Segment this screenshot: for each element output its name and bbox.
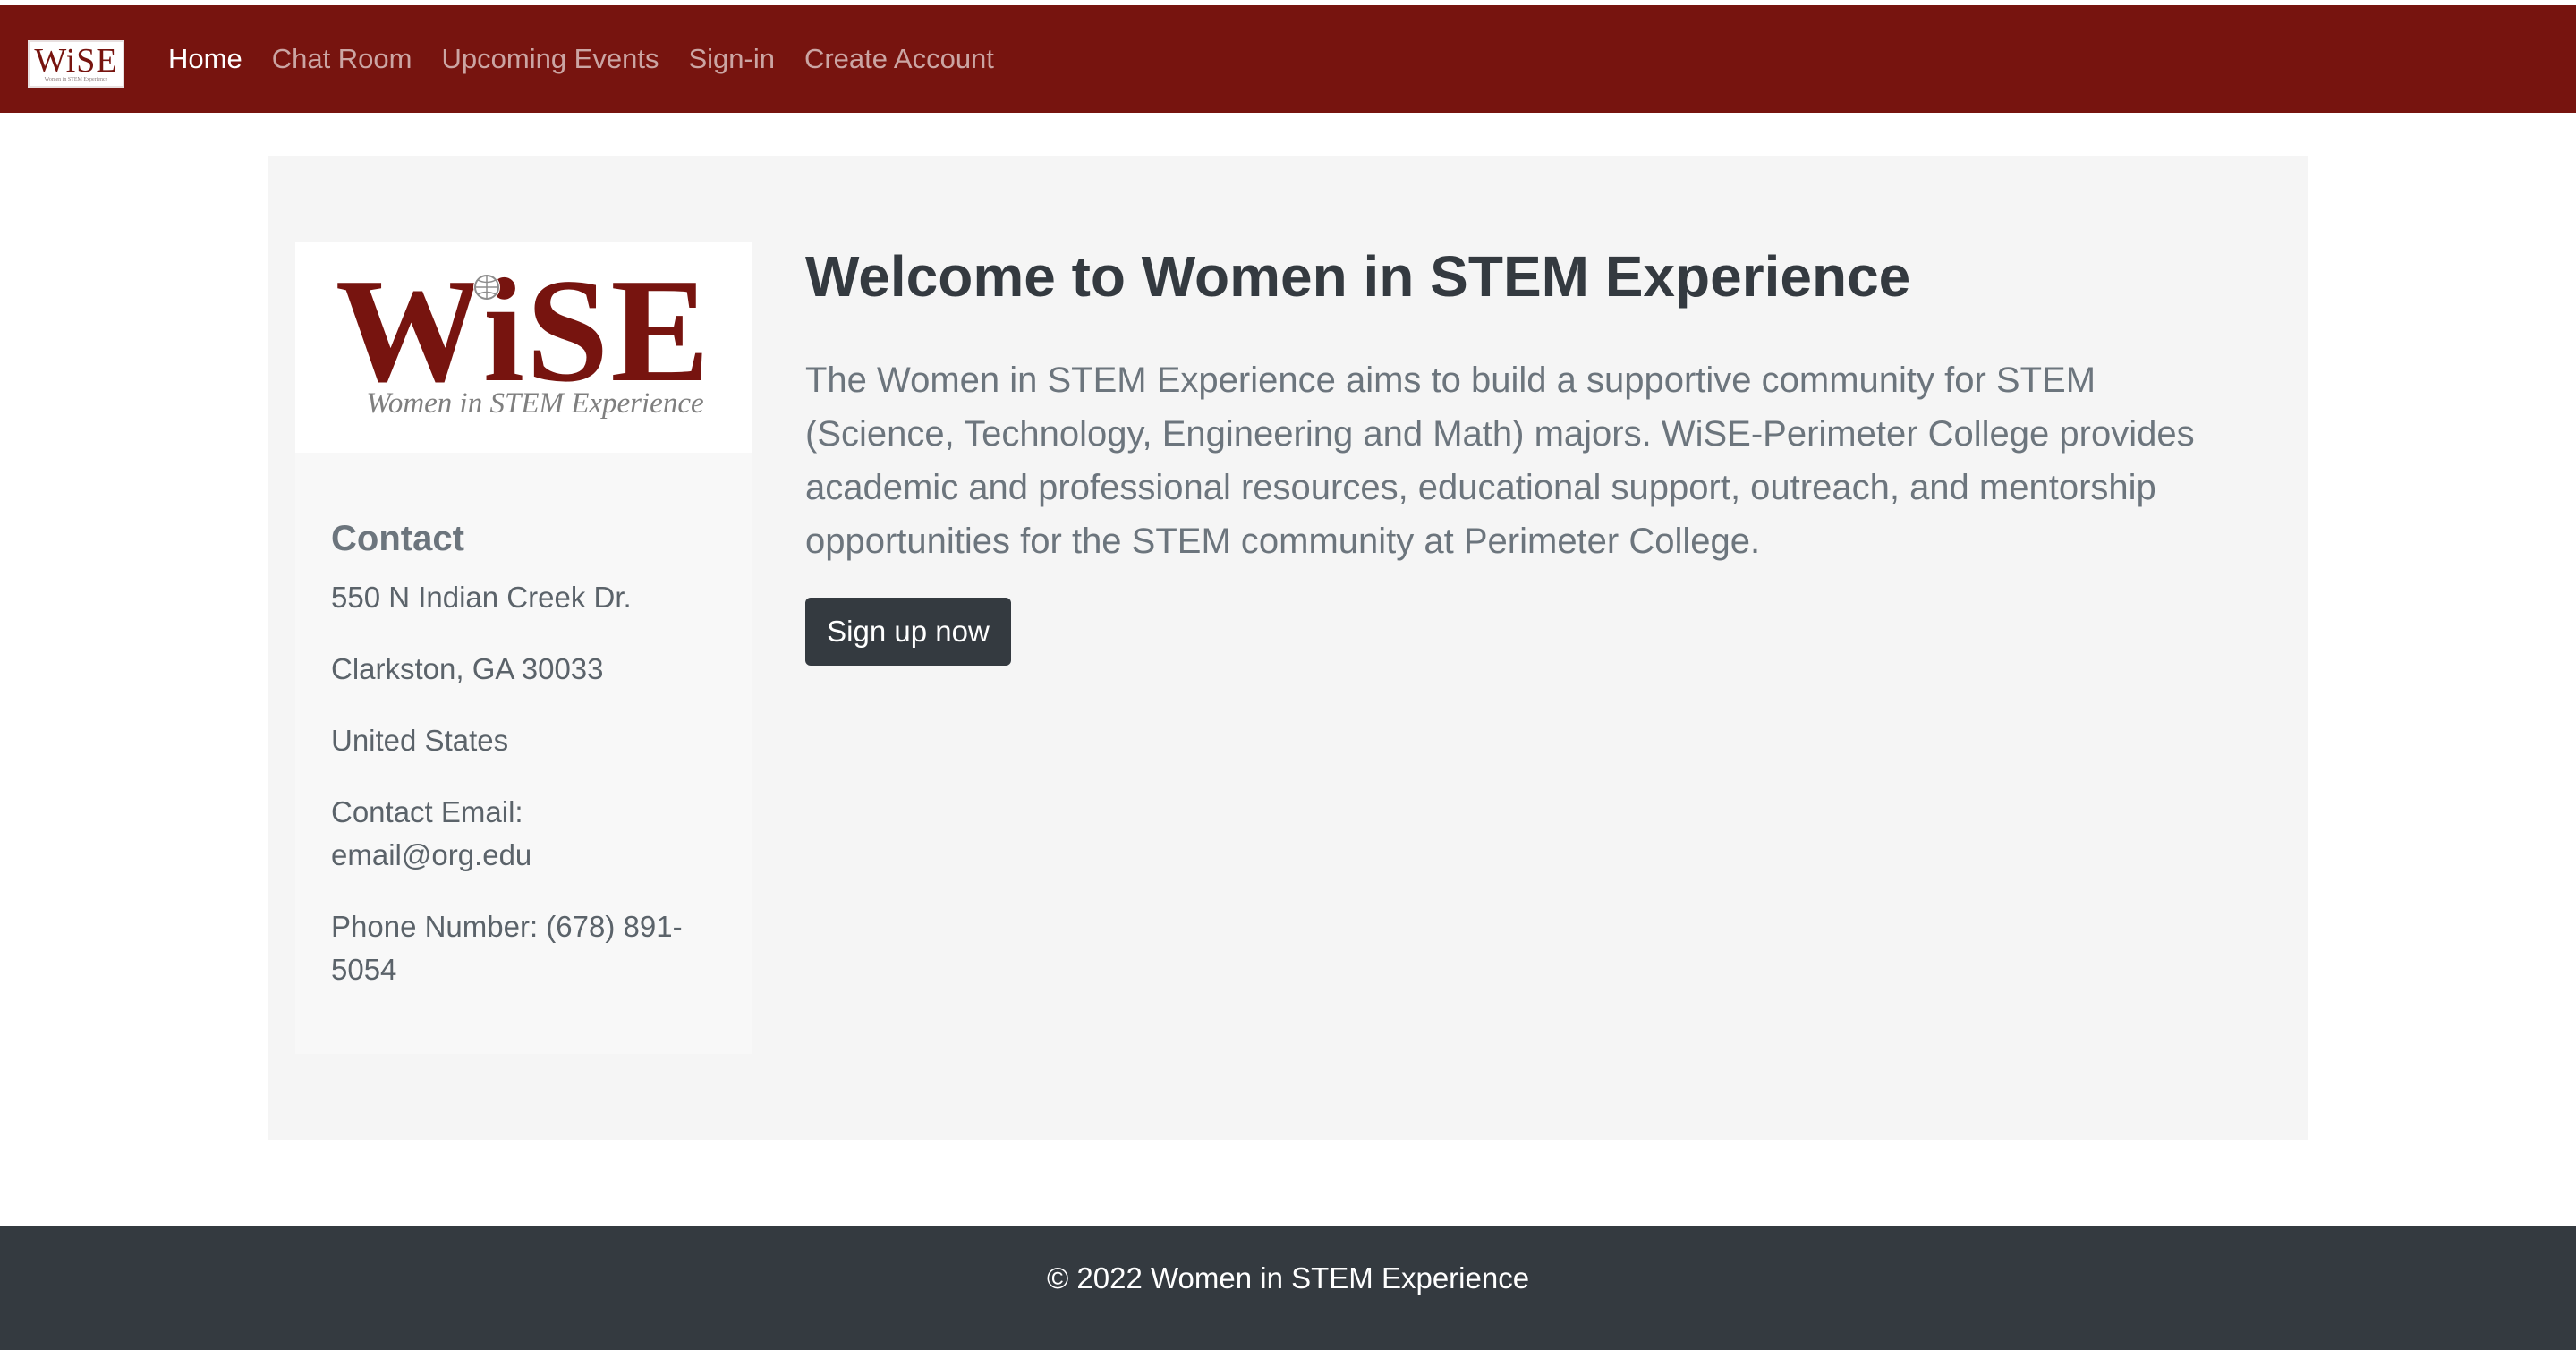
contact-email-label: Contact Email:	[331, 795, 523, 828]
contact-address-line2: Clarkston, GA 30033	[331, 652, 604, 685]
footer-copyright: © 2022 Women in STEM Experience	[1046, 1261, 1530, 1295]
contact-country: United States	[331, 724, 509, 757]
wise-logo-graphic: WiSE Women in STEM Experience	[336, 248, 710, 420]
nav-link-sign-in[interactable]: Sign-in	[688, 43, 775, 75]
nav-links: Home Chat Room Upcoming Events Sign-in C…	[168, 5, 1024, 113]
contact-title: Contact	[331, 519, 464, 558]
contact-email-block: Contact Email: email@org.edu	[331, 791, 716, 877]
contact-address-line1: 550 N Indian Creek Dr.	[331, 581, 632, 614]
page-title: Welcome to Women in STEM Experience	[805, 244, 1911, 309]
brand-logo-mark: WiSE	[34, 42, 118, 80]
brand-logo-link[interactable]: WiSE Women in STEM Experience	[28, 40, 124, 88]
nav-link-home[interactable]: Home	[168, 43, 242, 75]
contact-card: Contact 550 N Indian Creek Dr. Clarkston…	[295, 453, 752, 1054]
intro-description: The Women in STEM Experience aims to bui…	[805, 361, 2195, 561]
nav-link-upcoming-events[interactable]: Upcoming Events	[442, 43, 659, 75]
logo-tagline-text: Women in STEM Experience	[366, 387, 703, 420]
wise-logo: WiSE Women in STEM Experience	[295, 242, 752, 453]
brand-logo-tagline: Women in STEM Experience	[44, 77, 108, 82]
top-navbar: WiSE Women in STEM Experience Home Chat …	[0, 5, 2576, 113]
nav-link-chat-room[interactable]: Chat Room	[272, 43, 412, 75]
site-footer: © 2022 Women in STEM Experience	[0, 1226, 2576, 1350]
sign-up-now-button[interactable]: Sign up now	[805, 598, 1011, 666]
nav-link-create-account[interactable]: Create Account	[804, 43, 994, 75]
contact-phone: Phone Number: (678) 891-5054	[331, 910, 683, 986]
contact-email-value: email@org.edu	[331, 838, 532, 871]
